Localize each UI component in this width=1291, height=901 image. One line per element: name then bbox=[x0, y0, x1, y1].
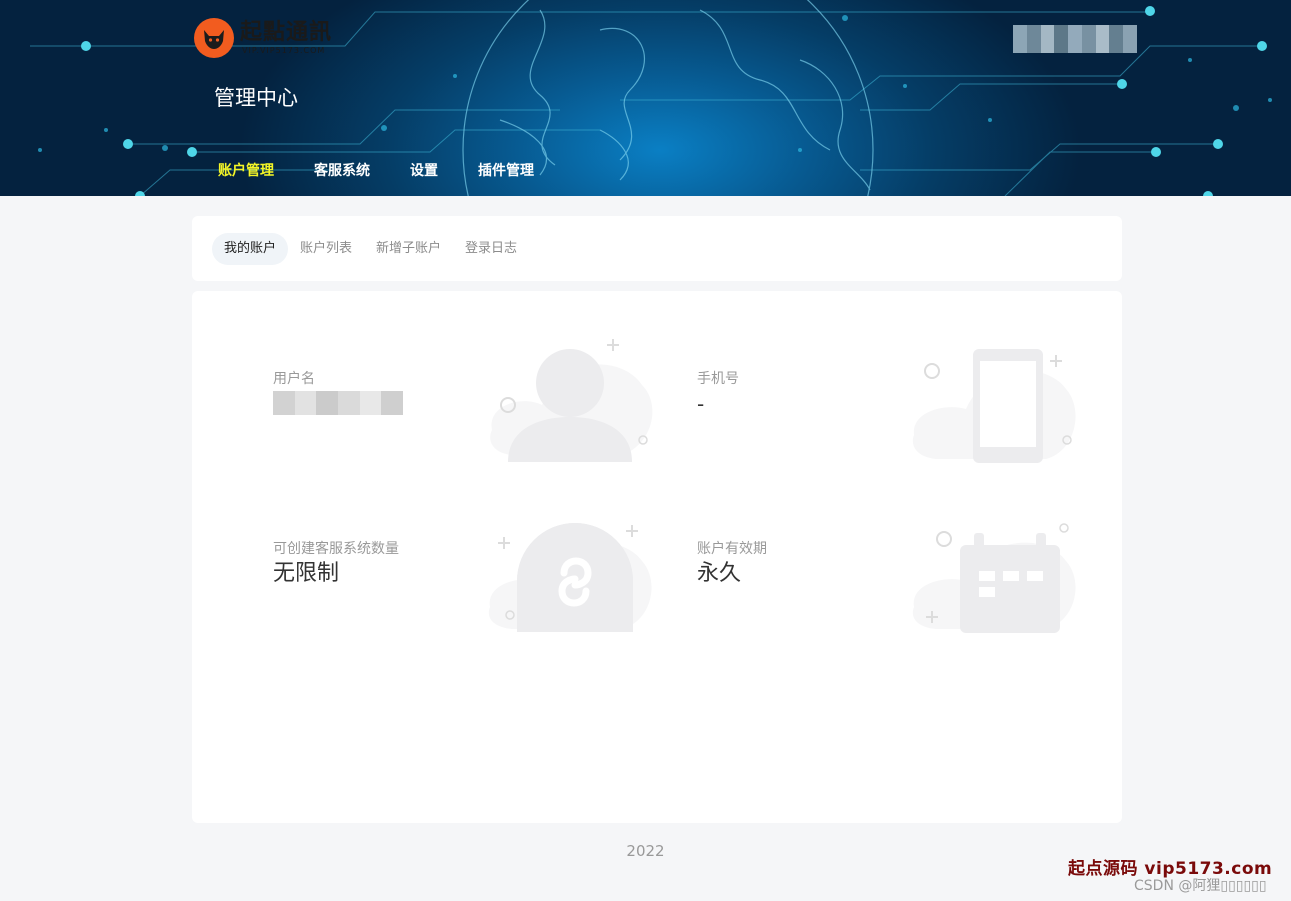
phone-icon bbox=[912, 349, 1076, 463]
username-value-blurred bbox=[273, 391, 404, 415]
logo-subtitle: VIP.VIP5173.COM bbox=[242, 46, 326, 55]
username-block: 用户名 bbox=[273, 369, 404, 415]
watermark-csdn: CSDN @阿狸▯▯▯▯▯▯ bbox=[1134, 878, 1267, 894]
phone-block: 手机号 - bbox=[697, 369, 739, 419]
mini-program-icon bbox=[488, 523, 652, 633]
tab-my-account[interactable]: 我的账户 bbox=[212, 233, 289, 265]
fox-logo-icon bbox=[194, 18, 234, 58]
quota-label: 可创建客服系统数量 bbox=[273, 541, 399, 557]
page-title: 管理中心 bbox=[214, 86, 298, 110]
tab-login-log[interactable]: 登录日志 bbox=[453, 233, 529, 265]
nav-account-management[interactable]: 账户管理 bbox=[218, 161, 274, 181]
phone-value: - bbox=[697, 392, 705, 416]
account-info-card: 用户名 手机号 - 可创建客服系统数量 无限制 账户有效期 永久 bbox=[192, 291, 1122, 823]
username-label: 用户名 bbox=[273, 371, 315, 387]
nav-customer-service[interactable]: 客服系统 bbox=[314, 161, 370, 181]
user-icon bbox=[490, 339, 653, 462]
quota-block: 可创建客服系统数量 无限制 bbox=[273, 539, 399, 589]
top-navigation: 账户管理 客服系统 设置 插件管理 bbox=[218, 161, 574, 181]
quota-value: 无限制 bbox=[273, 561, 340, 586]
logo-title: 起點通訊 bbox=[240, 20, 333, 45]
user-avatar-blurred[interactable] bbox=[1013, 25, 1138, 53]
tabs-card: 我的账户 账户列表 新增子账户 登录日志 bbox=[192, 216, 1122, 281]
validity-block: 账户有效期 永久 bbox=[697, 539, 767, 589]
tab-add-sub-account[interactable]: 新增子账户 bbox=[364, 233, 453, 265]
tab-account-list[interactable]: 账户列表 bbox=[288, 233, 364, 265]
phone-label: 手机号 bbox=[697, 371, 739, 387]
calendar-icon bbox=[912, 523, 1076, 633]
header-banner: 起點通訊 VIP.VIP5173.COM 管理中心 账户管理 客服系统 设置 插… bbox=[0, 0, 1291, 196]
nav-plugins[interactable]: 插件管理 bbox=[478, 161, 534, 181]
validity-value: 永久 bbox=[697, 561, 742, 586]
brand-logo[interactable]: 起點通訊 VIP.VIP5173.COM bbox=[194, 18, 332, 58]
validity-label: 账户有效期 bbox=[697, 541, 767, 557]
account-tabs: 我的账户 账户列表 新增子账户 登录日志 bbox=[212, 233, 529, 265]
nav-settings[interactable]: 设置 bbox=[410, 161, 438, 181]
